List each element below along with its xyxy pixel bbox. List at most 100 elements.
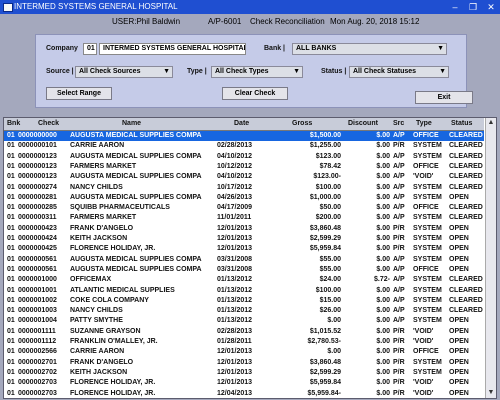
source-dropdown[interactable]: All Check Sources ▼ [75,66,173,78]
cell-src: A/P [393,307,405,315]
col-status[interactable]: Status [451,120,472,127]
table-row[interactable]: 01 0000001111 SUZANNE GRAYSON 02/28/2013 $1,… [4,327,484,337]
company-name-field[interactable]: INTERMED SYSTEMS GENERAL HOSPITAL [99,43,246,55]
table-row[interactable]: 01 0000002701 FRANK D'ANGELO 12/01/2013 $3,8… [4,358,484,368]
cell-gross: $26.00 [319,307,341,315]
col-type[interactable]: Type [416,120,432,127]
cell-name: AUGUSTA MEDICAL SUPPLIES COMPA [70,193,202,201]
table-row[interactable]: 01 0000000561 AUGUSTA MEDICAL SUPPLIES COM… [4,265,484,275]
scroll-down-icon[interactable]: ▼ [486,388,496,398]
table-row[interactable]: 01 0000001003 NANCY CHILDS 01/13/2012 $26.00… [4,306,484,316]
table-row[interactable]: 01 0000000424 KEITH JACKSON 12/01/2013 $2,59… [4,234,484,244]
table-row[interactable]: 01 0000000123 AUGUSTA MEDICAL SUPPLIES COM… [4,152,484,162]
cell-gross: $3,860.48 [309,358,341,366]
table-row[interactable]: 01 0000000285 SQUIBB PHARMACEUTICALS 04/17/… [4,203,484,213]
cell-bnk: 01 [7,132,15,139]
exit-button[interactable]: Exit [415,91,473,104]
table-row[interactable]: 01 0000000423 FRANK D'ANGELO 12/01/2013 $3,8… [4,224,484,234]
cell-discount: $.00 [376,235,390,242]
cell-gross: $2,780.53- [307,338,341,345]
cell-date: 04/26/2013 [217,193,253,201]
cell-date: 12/01/2013 [217,368,253,376]
cell-name: SQUIBB PHARMACEUTICALS [70,204,170,212]
cell-date: 04/17/2009 [217,204,253,212]
cell-status: OPEN [449,368,469,376]
table-row[interactable]: 01 0000001004 PATTY SMYTHE 01/13/2012 $.00 $.… [4,316,484,326]
cell-gross: $1,015.52 [309,327,341,335]
cell-bnk: 01 [7,307,15,315]
company-code-field[interactable]: 01 [83,43,97,55]
cell-status: OPEN [449,317,469,325]
table-row[interactable]: 01 0000000123 FARMERS MARKET 10/12/2012 $78.… [4,162,484,172]
cell-name: KEITH JACKSON [70,235,128,242]
table-row[interactable]: 01 0000000000 AUGUSTA MEDICAL SUPPLIES COM… [4,131,484,141]
table-row[interactable]: 01 0000000311 FARMERS MARKET 11/01/2011 $200… [4,213,484,223]
cell-check: 0000000274 [18,183,57,191]
cell-check: 0000001001 [18,286,57,294]
cell-src: P/R [393,338,405,345]
status-dropdown[interactable]: All Check Statuses ▼ [349,66,449,78]
col-src[interactable]: Src [393,120,404,127]
close-icon[interactable]: ✕ [484,1,498,13]
cell-check: 0000002701 [18,358,57,366]
cell-status: OPEN [449,224,469,232]
table-row[interactable]: 01 0000002703 FLORENCE HOLIDAY, JR. 12/01/2… [4,378,484,388]
cell-name: FRANK D'ANGELO [70,224,134,232]
minimize-icon[interactable]: – [448,1,462,13]
cell-status: OPEN [449,327,469,335]
table-row[interactable]: 01 0000001001 ATLANTIC MEDICAL SUPPLIES 01/… [4,286,484,296]
cell-bnk: 01 [7,152,15,160]
cell-date: 01/13/2012 [217,286,253,294]
cell-name: AUGUSTA MEDICAL SUPPLIES COMPA [70,152,202,160]
cell-bnk: 01 [7,255,15,263]
col-discount[interactable]: Discount [348,120,378,127]
cell-name: KEITH JACKSON [70,368,128,376]
col-gross[interactable]: Gross [292,120,312,127]
cell-status: CLEARED [449,152,483,160]
type-dropdown[interactable]: All Check Types ▼ [211,66,303,78]
cell-name: ATLANTIC MEDICAL SUPPLIES [70,286,175,294]
table-row[interactable]: 01 0000002702 KEITH JACKSON 12/01/2013 $2,59… [4,368,484,378]
table-row[interactable]: 01 0000001000 OFFICEMAX 01/13/2012 $24.00 $.7… [4,275,484,285]
cell-src: A/P [393,173,405,181]
table-row[interactable]: 01 0000002566 CARRIE AARON 12/01/2013 $.00 $.… [4,347,484,357]
cell-check: 0000002703 [18,389,57,397]
cell-src: P/R [393,358,405,366]
clear-check-button[interactable]: Clear Check [222,87,288,100]
table-row[interactable]: 01 0000000123 AUGUSTA MEDICAL SUPPLIES COM… [4,172,484,182]
col-bnk[interactable]: Bnk [7,120,20,127]
check-reconciliation-window: INTERMED SYSTEMS GENERAL HOSPITAL – ❐ ✕ … [0,0,500,400]
table-row[interactable]: 01 0000000274 NANCY CHILDS 10/17/2012 $100.0… [4,183,484,193]
col-date[interactable]: Date [234,120,249,127]
vertical-scrollbar[interactable]: ▲ ▼ [485,118,496,398]
table-row[interactable]: 01 0000001112 FRANKLIN O'MALLEY, JR. 01/28/… [4,337,484,347]
cell-bnk: 01 [7,327,15,335]
cell-check: 0000000123 [18,173,57,181]
select-range-button[interactable]: Select Range [46,87,112,100]
maximize-icon[interactable]: ❐ [466,1,480,13]
cell-name: SUZANNE GRAYSON [70,327,141,335]
cell-date: 03/31/2008 [217,255,253,263]
table-row[interactable]: 01 0000000561 AUGUSTA MEDICAL SUPPLIES COM… [4,255,484,265]
cell-type: OFFICE [413,204,439,212]
table-row[interactable]: 01 0000000101 CARRIE AARON 02/28/2013 $1,255… [4,141,484,151]
cell-name: FRANKLIN O'MALLEY, JR. [70,338,158,345]
table-row[interactable]: 01 0000000425 FLORENCE HOLIDAY, JR. 12/01/2… [4,244,484,254]
bank-dropdown[interactable]: ALL BANKS ▼ [292,43,447,55]
cell-discount: $.00 [376,338,390,345]
scroll-up-icon[interactable]: ▲ [486,118,496,128]
table-row[interactable]: 01 0000002703 FLORENCE HOLIDAY, JR. 12/04/2… [4,389,484,399]
cell-src: A/P [393,255,405,263]
cell-src: A/P [393,214,405,222]
cell-src: P/R [393,379,405,387]
cell-status: OPEN [449,235,469,242]
table-row[interactable]: 01 0000000281 AUGUSTA MEDICAL SUPPLIES COM… [4,193,484,203]
col-check[interactable]: Check [38,120,59,127]
cell-check: 0000000424 [18,235,57,242]
cell-date: 12/01/2013 [217,235,253,242]
table-row[interactable]: 01 0000001002 COKE COLA COMPANY 01/13/2012 $… [4,296,484,306]
cell-date: 01/13/2012 [217,307,253,315]
col-name[interactable]: Name [122,120,141,127]
cell-date: 12/01/2013 [217,245,253,253]
cell-bnk: 01 [7,358,15,366]
